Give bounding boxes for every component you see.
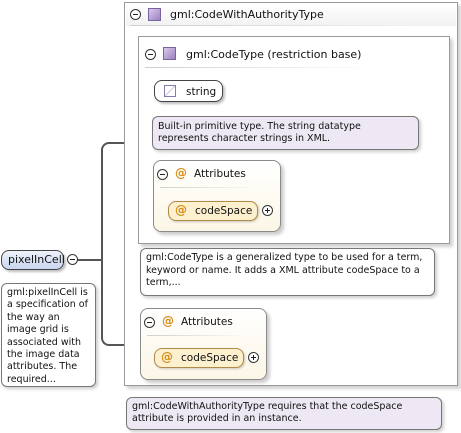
- outer-type-name: gml:CodeWithAuthorityType: [170, 8, 324, 21]
- attribute-icon: @: [175, 203, 187, 217]
- string-type-documentation: Built-in primitive type. The string data…: [152, 116, 419, 150]
- outer-attributes-underline: [147, 335, 247, 336]
- element-documentation: gml:pixelInCell is a specification of th…: [1, 283, 96, 387]
- element-collapse-icon[interactable]: [67, 254, 78, 265]
- inner-codeSpace-expand-icon[interactable]: [262, 205, 273, 216]
- connector-stub: [77, 259, 102, 261]
- complex-type-icon: [163, 47, 176, 60]
- inner-codeSpace-label: codeSpace: [195, 205, 253, 217]
- attribute-icon: @: [162, 314, 174, 328]
- outer-attributes-collapse-icon[interactable]: [144, 317, 155, 328]
- outer-attributes-label: Attributes: [181, 316, 233, 328]
- simple-type-icon: [164, 85, 176, 97]
- outer-collapse-icon[interactable]: [130, 9, 141, 20]
- inner-header-underline: [145, 67, 375, 68]
- inner-type-documentation: gml:CodeType is a generalized type to be…: [140, 248, 435, 296]
- connector-bracket: [101, 142, 125, 346]
- outer-codeSpace-label: codeSpace: [181, 352, 239, 364]
- inner-type-name: gml:CodeType (restriction base): [186, 48, 362, 61]
- element-name: pixelInCell: [8, 253, 65, 266]
- outer-header-underline: [130, 25, 430, 26]
- inner-attributes-label: Attributes: [194, 168, 246, 180]
- attribute-icon: @: [175, 166, 187, 180]
- outer-type-documentation: gml:CodeWithAuthorityType requires that …: [126, 397, 442, 430]
- outer-codeSpace-expand-icon[interactable]: [248, 352, 259, 363]
- inner-attributes-underline: [160, 187, 260, 188]
- inner-collapse-icon[interactable]: [145, 49, 156, 60]
- attribute-icon: @: [161, 350, 173, 364]
- string-type-name: string: [186, 86, 217, 98]
- inner-attributes-collapse-icon[interactable]: [157, 169, 168, 180]
- complex-type-icon: [148, 8, 161, 21]
